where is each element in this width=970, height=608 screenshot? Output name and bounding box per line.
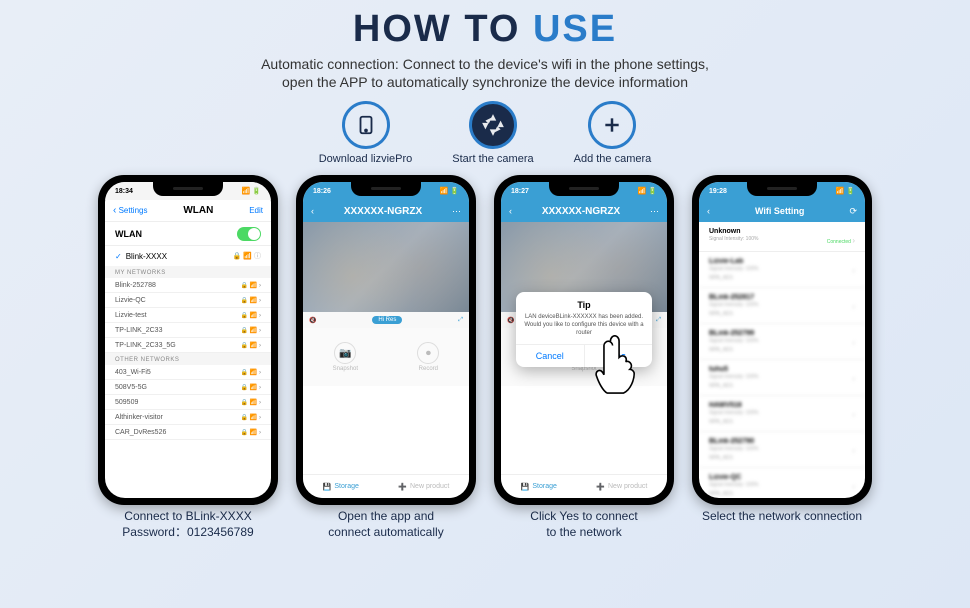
edit-button[interactable]: Edit — [249, 206, 263, 215]
section-header: OTHER NETWORKS — [105, 353, 271, 365]
wifi-network-row[interactable]: Lizvie-test🔒 📶 › — [105, 308, 271, 323]
camera-preview[interactable] — [303, 222, 469, 312]
download-step: Download lizviePro — [319, 101, 413, 165]
wifi-network-row[interactable]: 508V5-5G🔒 📶 › — [105, 380, 271, 395]
phone4-caption: Select the network connection — [702, 509, 862, 525]
phones-row: 18:34📶 🔋 ‹ Settings WLAN Edit WLAN ✓Blin… — [0, 175, 970, 540]
back-button[interactable]: ‹ Settings — [113, 205, 147, 216]
notch — [549, 182, 619, 196]
back-icon[interactable]: ‹ — [707, 206, 710, 216]
wifi-network-row[interactable]: 403_Wi-Fi5🔒 📶 › — [105, 365, 271, 380]
mute-icon[interactable]: 🔇 — [309, 317, 316, 324]
wifi-setting-header: ‹ Wifi Setting ⟳ — [699, 200, 865, 222]
refresh-icon[interactable]: ⟳ — [849, 206, 857, 217]
phone3-wrap: 18:27📶 🔋 ‹ XXXXXX-NGRZX ⋯ 🔇 Hi Res ⤢ 📷Sn… — [494, 175, 674, 540]
start-camera-step: Start the camera — [452, 101, 533, 165]
snapshot-button[interactable]: 📷Snapshot — [333, 342, 358, 372]
phone2-wrap: 18:26📶 🔋 ‹ XXXXXX-NGRZX ⋯ 🔇 Hi Res ⤢ 📷Sn… — [296, 175, 476, 540]
yes-button[interactable]: Yes — [585, 345, 653, 367]
plus-icon — [588, 101, 636, 149]
wifi-network-row[interactable]: BLink-252799Signal Intensity: 100%›WPA_A… — [699, 324, 865, 360]
phone4-screen: 19:28📶 🔋 ‹ Wifi Setting ⟳ Unknown Signal… — [699, 182, 865, 498]
subtitle: Automatic connection: Connect to the dev… — [0, 55, 970, 91]
aperture-icon — [469, 101, 517, 149]
phone4-wrap: 19:28📶 🔋 ‹ Wifi Setting ⟳ Unknown Signal… — [692, 175, 872, 540]
wifi-network-row[interactable]: 509509🔒 📶 › — [105, 395, 271, 410]
record-button[interactable]: ⏺Record — [417, 342, 439, 372]
notch — [351, 182, 421, 196]
cancel-button[interactable]: Cancel — [516, 345, 585, 367]
nav-title: XXXXXX-NGRZX — [542, 206, 620, 217]
storage-tab[interactable]: 💾 Storage — [323, 483, 359, 491]
icon-row: Download lizviePro Start the camera Add … — [0, 101, 970, 165]
fullscreen-icon[interactable]: ⤢ — [656, 317, 661, 324]
new-product-tab[interactable]: ➕ New product — [398, 483, 449, 491]
mute-icon[interactable]: 🔇 — [507, 317, 514, 324]
wlan-toggle-row: WLAN — [105, 222, 271, 246]
wifi-network-row[interactable]: HAWV518Signal Intensity: 100%›WPA_AES — [699, 396, 865, 432]
new-product-tab[interactable]: ➕ New product — [596, 483, 647, 491]
wifi-network-row[interactable]: Lizvie-QC🔒 📶 › — [105, 293, 271, 308]
nav-bar: ‹ XXXXXX-NGRZX ⋯ — [303, 200, 469, 222]
wifi-network-row[interactable]: Blink-252788🔒 📶 › — [105, 278, 271, 293]
phone1-wrap: 18:34📶 🔋 ‹ Settings WLAN Edit WLAN ✓Blin… — [98, 175, 278, 540]
camera-toolbar: 🔇 Hi Res ⤢ — [303, 312, 469, 328]
nav-title: Wifi Setting — [755, 206, 804, 216]
phone2-screen: 18:26📶 🔋 ‹ XXXXXX-NGRZX ⋯ 🔇 Hi Res ⤢ 📷Sn… — [303, 182, 469, 498]
phone1-screen: 18:34📶 🔋 ‹ Settings WLAN Edit WLAN ✓Blin… — [105, 182, 271, 498]
bottom-tabs: 💾 Storage ➕ New product — [303, 474, 469, 498]
menu-icon[interactable]: ⋯ — [650, 206, 659, 217]
storage-tab[interactable]: 💾 Storage — [521, 483, 557, 491]
section-header: MY NETWORKS — [105, 266, 271, 278]
camera-actions: 📷Snapshot ⏺Record — [303, 328, 469, 386]
wifi-network-row[interactable]: BLink-252790Signal Intensity: 100%›WPA_A… — [699, 432, 865, 468]
phone2: 18:26📶 🔋 ‹ XXXXXX-NGRZX ⋯ 🔇 Hi Res ⤢ 📷Sn… — [296, 175, 476, 505]
main-title: HOW TO USE — [0, 8, 970, 51]
wifi-network-row[interactable]: Althinker-visitor🔒 📶 › — [105, 410, 271, 425]
resolution-badge[interactable]: Hi Res — [372, 316, 402, 324]
wifi-network-row[interactable]: tuhu5Signal Intensity: 100%›WPA_AES — [699, 360, 865, 396]
nav-title: WLAN — [183, 205, 213, 216]
add-camera-step: Add the camera — [574, 101, 652, 165]
phone1: 18:34📶 🔋 ‹ Settings WLAN Edit WLAN ✓Blin… — [98, 175, 278, 505]
wifi-network-row[interactable]: Lizvie-QCSignal Intensity: 100%›WPA_AES — [699, 468, 865, 498]
phone4: 19:28📶 🔋 ‹ Wifi Setting ⟳ Unknown Signal… — [692, 175, 872, 505]
phone3-caption: Click Yes to connect to the network — [530, 509, 637, 540]
phone3-screen: 18:27📶 🔋 ‹ XXXXXX-NGRZX ⋯ 🔇 Hi Res ⤢ 📷Sn… — [501, 182, 667, 498]
nav-title: XXXXXX-NGRZX — [344, 206, 422, 217]
nav-bar: ‹ Settings WLAN Edit — [105, 200, 271, 222]
current-network[interactable]: Unknown Signal Intensity: 100%Connected … — [699, 222, 865, 252]
wlan-toggle[interactable] — [237, 227, 261, 241]
nav-bar: ‹ XXXXXX-NGRZX ⋯ — [501, 200, 667, 222]
wifi-network-row[interactable]: BLink-252817Signal Intensity: 100%›WPA_A… — [699, 288, 865, 324]
dialog-message: LAN deviceBLink-XXXXXX has been added. W… — [524, 314, 644, 337]
phone2-caption: Open the app and connect automatically — [328, 509, 443, 540]
wifi-network-row[interactable]: CAR_DvRes526🔒 📶 › — [105, 425, 271, 440]
wifi-network-row[interactable]: TP-LINK_2C33_5G🔒 📶 › — [105, 338, 271, 353]
tip-dialog: Tip LAN deviceBLink-XXXXXX has been adde… — [516, 292, 652, 366]
notch — [153, 182, 223, 196]
phone1-caption: Connect to BLink-XXXX Password：012345678… — [122, 509, 253, 540]
notch — [747, 182, 817, 196]
dialog-title: Tip — [524, 300, 644, 310]
bottom-tabs: 💾 Storage ➕ New product — [501, 474, 667, 498]
download-icon — [342, 101, 390, 149]
wifi-network-row[interactable]: Lizvie-LabSignal Intensity: 100%›WPA_AES — [699, 252, 865, 288]
back-icon[interactable]: ‹ — [509, 206, 512, 216]
menu-icon[interactable]: ⋯ — [452, 206, 461, 217]
wifi-network-row[interactable]: TP-LINK_2C33🔒 📶 › — [105, 323, 271, 338]
back-icon[interactable]: ‹ — [311, 206, 314, 216]
phone3: 18:27📶 🔋 ‹ XXXXXX-NGRZX ⋯ 🔇 Hi Res ⤢ 📷Sn… — [494, 175, 674, 505]
connected-network[interactable]: ✓Blink-XXXX 🔒 📶 ⓘ — [105, 246, 271, 266]
fullscreen-icon[interactable]: ⤢ — [458, 317, 463, 324]
